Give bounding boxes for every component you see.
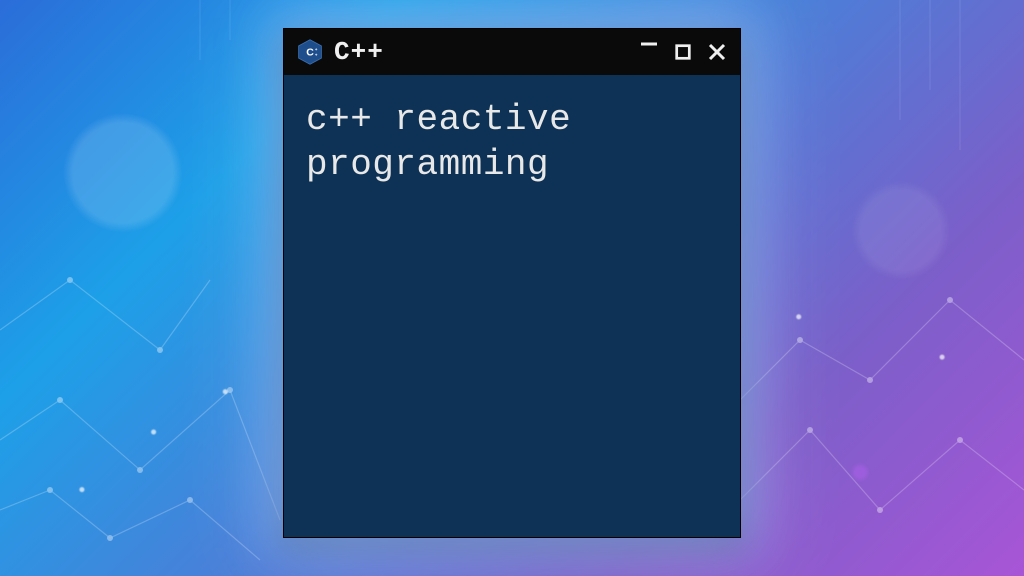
cpp-logo-icon: C + +	[296, 38, 324, 66]
svg-text:+: +	[315, 47, 318, 52]
titlebar[interactable]: C + + C++	[284, 29, 740, 75]
minimize-button[interactable]	[638, 33, 660, 55]
window-controls	[638, 41, 728, 63]
minimize-icon	[639, 34, 659, 54]
close-icon	[707, 42, 727, 62]
terminal-body[interactable]: c++ reactive programming	[284, 75, 740, 209]
terminal-window: C + + C++	[283, 28, 741, 538]
svg-text:+: +	[315, 52, 318, 57]
window-title: C++	[334, 37, 384, 67]
terminal-content: c++ reactive programming	[306, 97, 718, 187]
close-button[interactable]	[706, 41, 728, 63]
maximize-icon	[674, 43, 692, 61]
maximize-button[interactable]	[672, 41, 694, 63]
svg-text:C: C	[306, 47, 314, 59]
